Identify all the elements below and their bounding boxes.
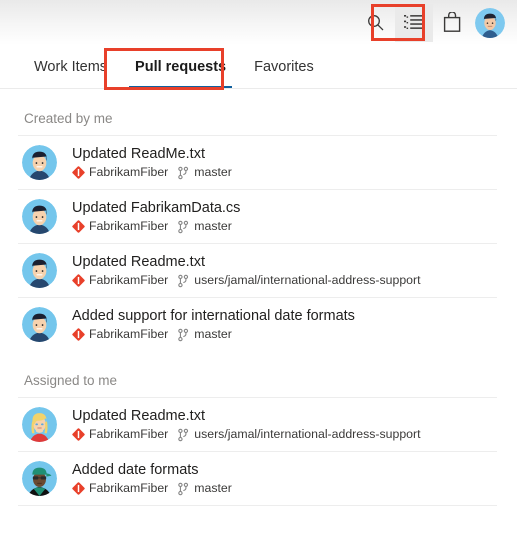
pull-request-meta: FabrikamFiber users/jamal/international-…: [72, 427, 421, 442]
branch-name: master: [194, 327, 232, 342]
repository-name: FabrikamFiber: [89, 327, 169, 342]
pull-request-body: Updated Readme.txt FabrikamFiber users/j…: [72, 253, 421, 288]
pull-request-title: Added support for international date for…: [72, 308, 355, 325]
search-button[interactable]: [357, 4, 395, 42]
branch-name: master: [194, 219, 232, 234]
branch-icon: [177, 274, 189, 288]
pull-request-title: Added date formats: [72, 462, 199, 479]
shopping-bag-icon: [443, 12, 462, 33]
branch-icon: [177, 428, 189, 442]
tab-favorites[interactable]: Favorites: [240, 45, 328, 88]
divider: [18, 505, 497, 506]
list-icon: [404, 14, 424, 32]
marketplace-button[interactable]: [433, 4, 471, 42]
pull-request-title: Updated FabrikamData.cs: [72, 200, 241, 217]
section-header-assigned-to-me: Assigned to me: [24, 373, 118, 388]
search-icon: [366, 13, 386, 33]
pull-request-body: Added date formats FabrikamFiber master: [72, 461, 232, 496]
pull-request-meta: FabrikamFiber master: [72, 481, 232, 496]
repository-name: FabrikamFiber: [89, 165, 169, 180]
repository-icon: [72, 274, 85, 287]
tab-label: Work Items: [34, 58, 108, 75]
pull-requests-list: Created by me Updated ReadMe.txt Fabrika…: [0, 89, 517, 506]
repository-icon: [72, 428, 85, 441]
work-list-button[interactable]: [395, 3, 433, 42]
avatar: [22, 307, 57, 342]
pull-request-title: Updated ReadMe.txt: [72, 146, 205, 163]
branch-icon: [177, 166, 189, 180]
pull-request-meta: FabrikamFiber master: [72, 327, 355, 342]
avatar: [22, 253, 57, 288]
tab-bar: Work Items Pull requests Favorites: [0, 45, 517, 89]
repository-icon: [72, 328, 85, 341]
pull-request-title: Updated Readme.txt: [72, 254, 205, 271]
repository-name: FabrikamFiber: [89, 427, 169, 442]
tab-work-items[interactable]: Work Items: [20, 45, 121, 88]
branch-icon: [177, 482, 189, 496]
pull-request-body: Updated ReadMe.txt FabrikamFiber master: [72, 145, 232, 180]
pull-request-row[interactable]: Updated Readme.txt FabrikamFiber users/j…: [0, 244, 517, 297]
pull-request-body: Updated Readme.txt FabrikamFiber users/j…: [72, 407, 421, 442]
pull-request-body: Added support for international date for…: [72, 307, 355, 342]
pull-request-row[interactable]: Updated FabrikamData.cs FabrikamFiber ma…: [0, 190, 517, 243]
avatar: [22, 145, 57, 180]
repository-icon: [72, 166, 85, 179]
pull-request-title: Updated Readme.txt: [72, 408, 205, 425]
branch-name: users/jamal/international-address-suppor…: [194, 427, 421, 442]
pull-request-meta: FabrikamFiber master: [72, 165, 232, 180]
avatar: [22, 407, 57, 442]
avatar: [22, 461, 57, 496]
pull-request-body: Updated FabrikamData.cs FabrikamFiber ma…: [72, 199, 240, 234]
pull-request-row[interactable]: Updated Readme.txt FabrikamFiber users/j…: [0, 398, 517, 451]
tab-pull-requests[interactable]: Pull requests: [121, 45, 240, 88]
tab-label: Favorites: [254, 58, 314, 75]
branch-name: master: [194, 481, 232, 496]
pull-request-row[interactable]: Added support for international date for…: [0, 298, 517, 351]
branch-name: users/jamal/international-address-suppor…: [194, 273, 421, 288]
section-header-created-by-me: Created by me: [24, 111, 113, 126]
branch-name: master: [194, 165, 232, 180]
branch-icon: [177, 328, 189, 342]
repository-name: FabrikamFiber: [89, 273, 169, 288]
user-profile-button[interactable]: [471, 4, 509, 42]
pull-request-meta: FabrikamFiber users/jamal/international-…: [72, 273, 421, 288]
pull-request-meta: FabrikamFiber master: [72, 219, 240, 234]
avatar: [22, 199, 57, 234]
user-avatar-icon: [475, 7, 505, 38]
repository-icon: [72, 220, 85, 233]
pull-request-row[interactable]: Updated ReadMe.txt FabrikamFiber master: [0, 136, 517, 189]
tab-label: Pull requests: [135, 58, 227, 75]
repository-name: FabrikamFiber: [89, 219, 169, 234]
branch-icon: [177, 220, 189, 234]
pull-request-row[interactable]: Added date formats FabrikamFiber master: [0, 452, 517, 505]
repository-icon: [72, 482, 85, 495]
app-header: [0, 0, 517, 45]
repository-name: FabrikamFiber: [89, 481, 169, 496]
